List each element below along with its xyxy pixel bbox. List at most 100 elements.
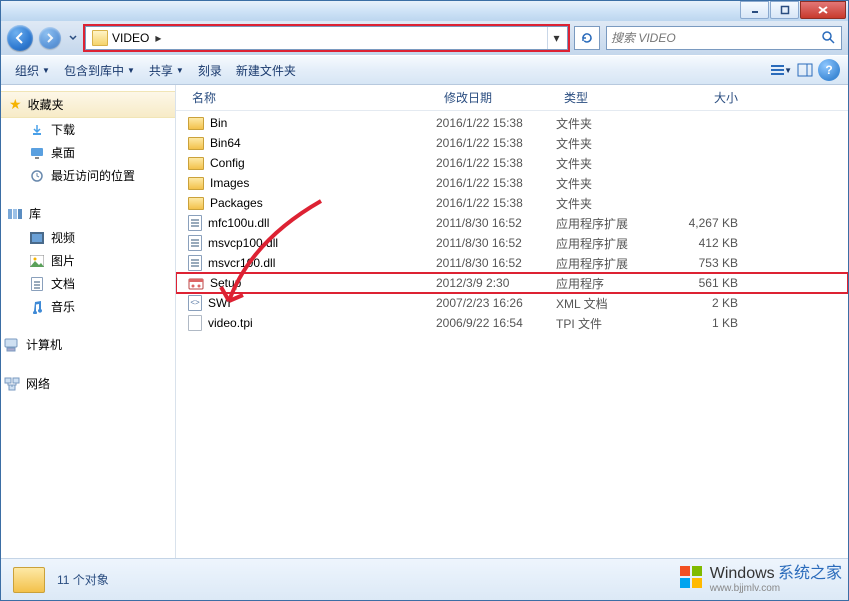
file-type: 应用程序扩展 [556, 235, 676, 252]
help-button[interactable]: ? [818, 59, 840, 81]
file-date: 2012/3/9 2:30 [436, 276, 556, 290]
video-icon [29, 230, 45, 246]
file-size: 753 KB [676, 256, 756, 270]
search-icon[interactable] [819, 30, 837, 47]
chevron-down-icon [69, 35, 77, 41]
file-row[interactable]: Setup2012/3/9 2:30应用程序561 KB [176, 273, 848, 293]
sidebar-item-downloads[interactable]: 下载 [1, 118, 175, 141]
desktop-icon [29, 145, 45, 161]
status-count: 11 个对象 [57, 571, 109, 588]
folder-icon [188, 177, 204, 190]
sidebar-item-label: 文档 [51, 275, 75, 292]
file-name: video.tpi [208, 316, 253, 330]
file-row[interactable]: Bin642016/1/22 15:38文件夹 [176, 133, 848, 153]
minimize-button[interactable] [740, 1, 769, 19]
file-row[interactable]: Images2016/1/22 15:38文件夹 [176, 173, 848, 193]
breadcrumb-segment[interactable]: VIDEO [112, 31, 149, 45]
toolbar-include[interactable]: 包含到库中▼ [58, 59, 141, 82]
file-row[interactable]: Packages2016/1/22 15:38文件夹 [176, 193, 848, 213]
file-name: SWI [208, 296, 231, 310]
address-bar[interactable]: VIDEO ▸ ▾ [85, 26, 568, 50]
file-type: 应用程序扩展 [556, 255, 676, 272]
arrow-right-icon [44, 32, 56, 44]
file-size: 2 KB [676, 296, 756, 310]
computer-icon [4, 337, 20, 353]
sidebar-computer-header[interactable]: 计算机 [1, 332, 175, 357]
sidebar-network-header[interactable]: 网络 [1, 371, 175, 396]
file-name: mfc100u.dll [208, 216, 269, 230]
picture-icon [29, 253, 45, 269]
sidebar-item-label: 桌面 [51, 144, 75, 161]
file-name: Bin [210, 116, 227, 130]
file-size: 4,267 KB [676, 216, 756, 230]
file-size: 412 KB [676, 236, 756, 250]
sidebar-item-documents[interactable]: 文档 [1, 272, 175, 295]
search-bar[interactable] [606, 26, 842, 50]
watermark-sub2: www.bjjmlv.com [710, 583, 842, 594]
file-type: 文件夹 [556, 175, 676, 192]
nav-forward-button[interactable] [39, 27, 61, 49]
maximize-icon [780, 5, 790, 15]
sidebar-item-label: 最近访问的位置 [51, 167, 135, 184]
search-input[interactable] [611, 31, 819, 45]
sidebar-item-label: 图片 [51, 252, 75, 269]
file-type: XML 文档 [556, 295, 676, 312]
address-dropdown[interactable]: ▾ [547, 27, 565, 49]
preview-pane-button[interactable] [794, 59, 816, 81]
dll-icon [188, 215, 202, 231]
file-row[interactable]: Config2016/1/22 15:38文件夹 [176, 153, 848, 173]
file-row[interactable]: video.tpi2006/9/22 16:54TPI 文件1 KB [176, 313, 848, 333]
sidebar-item-music[interactable]: 音乐 [1, 295, 175, 318]
file-row[interactable]: SWI2007/2/23 16:26XML 文档2 KB [176, 293, 848, 313]
close-button[interactable] [800, 1, 846, 19]
dll-icon [188, 255, 202, 271]
column-size[interactable]: 大小 [676, 89, 756, 106]
toolbar-organize[interactable]: 组织▼ [9, 59, 56, 82]
nav-back-button[interactable] [7, 25, 33, 51]
sidebar-item-label: 音乐 [51, 298, 75, 315]
file-date: 2011/8/30 16:52 [436, 256, 556, 270]
sidebar-label: 库 [29, 205, 41, 222]
folder-icon [13, 567, 45, 593]
file-row[interactable]: Bin2016/1/22 15:38文件夹 [176, 113, 848, 133]
column-date[interactable]: 修改日期 [436, 89, 556, 106]
toolbar: 组织▼ 包含到库中▼ 共享▼ 刻录 新建文件夹 ▼ ? [1, 55, 848, 85]
view-icon [770, 63, 784, 77]
watermark: Windows 系统之家 www.bjjmlv.com [678, 559, 842, 594]
sidebar-item-videos[interactable]: 视频 [1, 226, 175, 249]
file-name: Packages [210, 196, 263, 210]
toolbar-share[interactable]: 共享▼ [143, 59, 190, 82]
file-row[interactable]: mfc100u.dll2011/8/30 16:52应用程序扩展4,267 KB [176, 213, 848, 233]
file-row[interactable]: msvcp100.dll2011/8/30 16:52应用程序扩展412 KB [176, 233, 848, 253]
toolbar-newfolder[interactable]: 新建文件夹 [230, 59, 302, 82]
column-name[interactable]: 名称 [184, 89, 436, 106]
file-row[interactable]: msvcr100.dll2011/8/30 16:52应用程序扩展753 KB [176, 253, 848, 273]
folder-icon [188, 117, 204, 130]
file-name: Config [210, 156, 245, 170]
download-icon [29, 122, 45, 138]
sidebar-item-label: 下载 [51, 121, 75, 138]
file-type: 文件夹 [556, 115, 676, 132]
recent-icon [29, 168, 45, 184]
sidebar-libraries-header[interactable]: 库 [1, 201, 175, 226]
minimize-icon [750, 5, 760, 15]
sidebar-favorites-header[interactable]: ★ 收藏夹 [1, 91, 175, 118]
file-type: 文件夹 [556, 195, 676, 212]
refresh-button[interactable] [574, 26, 600, 50]
file-date: 2011/8/30 16:52 [436, 216, 556, 230]
sidebar-item-pictures[interactable]: 图片 [1, 249, 175, 272]
maximize-button[interactable] [770, 1, 799, 19]
help-icon: ? [825, 63, 832, 77]
file-name: msvcp100.dll [208, 236, 278, 250]
xml-icon [188, 295, 202, 311]
sidebar-item-recent[interactable]: 最近访问的位置 [1, 164, 175, 187]
music-icon [29, 299, 45, 315]
view-options-button[interactable]: ▼ [770, 59, 792, 81]
file-list[interactable]: Bin2016/1/22 15:38文件夹Bin642016/1/22 15:3… [176, 111, 848, 558]
column-type[interactable]: 类型 [556, 89, 676, 106]
breadcrumb-chevron[interactable]: ▸ [149, 31, 167, 45]
sidebar-item-desktop[interactable]: 桌面 [1, 141, 175, 164]
nav-history-dropdown[interactable] [67, 28, 79, 48]
toolbar-burn[interactable]: 刻录 [192, 59, 228, 82]
file-type: TPI 文件 [556, 315, 676, 332]
